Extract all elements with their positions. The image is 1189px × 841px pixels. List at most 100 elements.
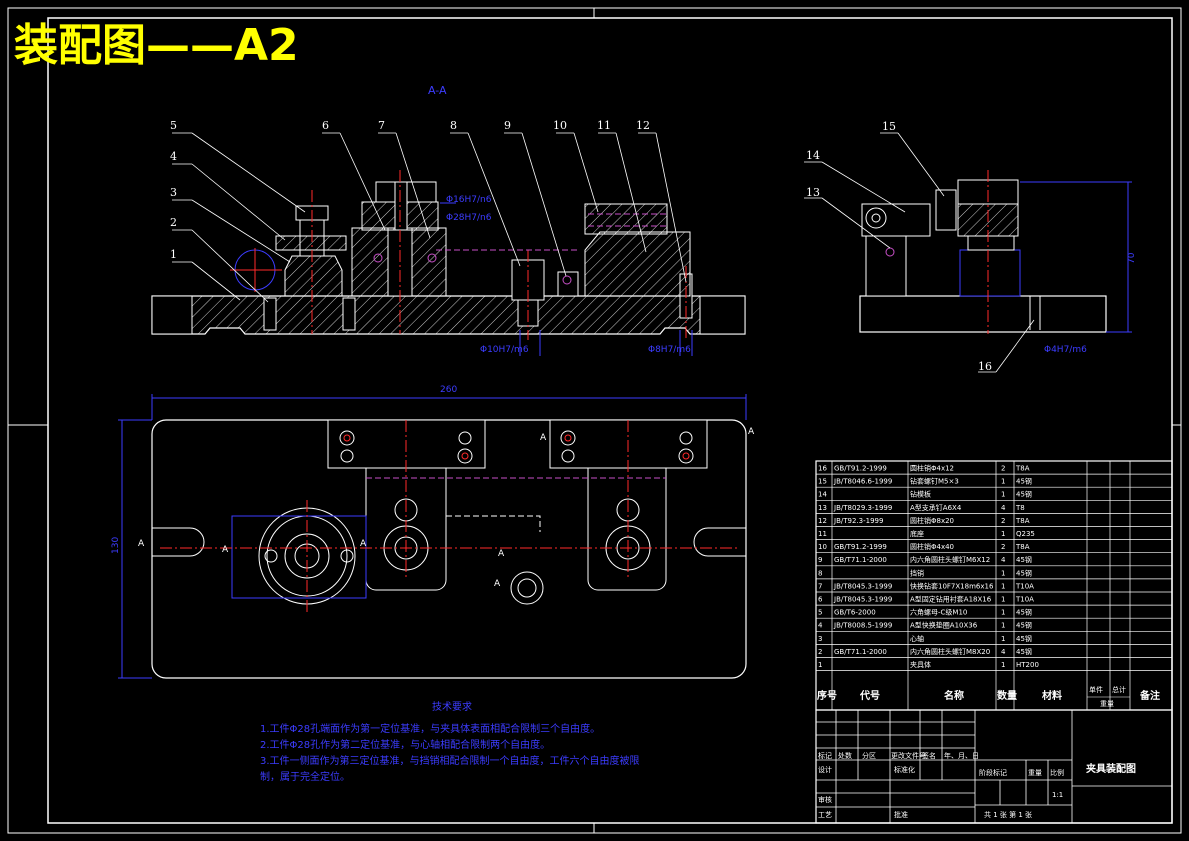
bom-qty-1: 1 <box>1001 661 1005 669</box>
bom-material-15: 45钢 <box>1016 477 1032 486</box>
bom-material-3: 45钢 <box>1016 634 1032 643</box>
bom-name-10: 圆柱销Φ4x40 <box>910 542 954 551</box>
bom-name-7: 快换钻套10F7X18m6x16 <box>910 581 994 590</box>
tb-label-stage: 阶段标记 <box>979 768 1007 777</box>
bom-qty-3: 1 <box>1001 635 1005 643</box>
bom-no-2: 2 <box>818 648 822 656</box>
tb-label-process: 工艺 <box>818 811 832 819</box>
bom-qty-13: 4 <box>1001 504 1006 512</box>
top-view <box>151 419 747 679</box>
view-marker-a-5: A <box>360 539 367 549</box>
part-label-1: 1 <box>170 248 177 261</box>
view-marker-a-4: A <box>222 545 229 555</box>
bom-code-9: GB/T71.1-2000 <box>834 556 887 564</box>
bom-qty-7: 1 <box>1001 582 1005 590</box>
bom-qty-8: 1 <box>1001 569 1005 577</box>
bom-name-14: 钻模板 <box>910 490 931 499</box>
bom-material-9: 45钢 <box>1016 555 1032 564</box>
bom-code-6: JB/T8045.3-1999 <box>833 596 892 604</box>
bom-code-7: JB/T8045.3-1999 <box>833 582 892 590</box>
bom-qty-16: 2 <box>1001 465 1005 473</box>
bom-material-13: T8 <box>1015 504 1025 512</box>
bom-header-note: 备注 <box>1139 689 1160 702</box>
dim-d28: Φ28H7/n6 <box>446 213 492 223</box>
part-label-3: 3 <box>170 186 177 199</box>
bom-header-qty: 数量 <box>997 689 1017 702</box>
bom-qty-10: 2 <box>1001 543 1005 551</box>
tb-label-mark: 标记 <box>818 751 832 760</box>
bom-name-3: 心轴 <box>910 634 924 643</box>
bom-qty-6: 1 <box>1001 596 1005 604</box>
view-marker-a-2: A <box>748 427 755 437</box>
bom-material-4: 45钢 <box>1016 621 1032 630</box>
view-marker-a-3: A <box>138 539 145 549</box>
tech-line-4: 制，属于完全定位。 <box>260 770 350 783</box>
bom-header-unit: 单件 <box>1089 685 1103 694</box>
view-marker-a-1: A <box>540 433 547 443</box>
assembly-drawing: 装配图——A2 A-A 1 2 3 4 5 6 7 8 9 10 11 12 Φ… <box>7 7 1182 834</box>
view-marker-a-7: A <box>494 579 501 589</box>
bom-name-8: 挡销 <box>910 568 924 577</box>
bom-no-4: 4 <box>818 622 823 630</box>
bom-code-2: GB/T71.1-2000 <box>834 648 887 656</box>
bom-material-14: 45钢 <box>1016 490 1032 499</box>
tb-label-design: 设计 <box>818 765 832 774</box>
bom-material-10: T8A <box>1015 543 1030 551</box>
bom-no-6: 6 <box>818 596 823 604</box>
tech-line-2: 2.工件Φ28孔作为第二定位基准，与心轴相配合限制两个自由度。 <box>260 738 550 751</box>
tb-sheet: 共 1 张 第 1 张 <box>984 810 1032 819</box>
bom-material-16: T8A <box>1015 465 1030 473</box>
bom-header-material: 材料 <box>1042 689 1062 702</box>
bom-code-15: JB/T8046.6-1999 <box>833 478 892 486</box>
bom-no-14: 14 <box>818 491 827 499</box>
bom-name-15: 钻套螺钉M5×3 <box>910 477 959 486</box>
bom-no-12: 12 <box>818 517 827 525</box>
bom-name-4: A型快换垫圈A10X36 <box>910 621 978 630</box>
bom-material-8: 45钢 <box>1016 568 1032 577</box>
drawing-name: 夹具装配图 <box>1086 762 1136 775</box>
bom-name-2: 内六角圆柱头螺钉M8X20 <box>910 647 990 656</box>
tb-label-standard: 标准化 <box>894 765 915 774</box>
bom-qty-5: 1 <box>1001 609 1005 617</box>
bom-name-13: A型支承钉A6X4 <box>910 503 962 512</box>
bom-qty-4: 1 <box>1001 622 1005 630</box>
bom-code-10: GB/T91.2-1999 <box>834 543 887 551</box>
dim-d10: Φ10H7/m6 <box>480 345 529 355</box>
tb-label-weight: 重量 <box>1028 769 1042 777</box>
bom-name-5: 六角螺母-C级M10 <box>910 608 967 617</box>
bom-header-name: 名称 <box>944 689 964 702</box>
bom-table: 16 GB/T91.2-1999 圆柱销Φ4x12 2 T8A15 JB/T8046.6-… <box>815 460 1173 711</box>
tb-label-sign: 签名 <box>922 751 936 760</box>
bom-header-no: 序号 <box>817 689 837 702</box>
part-label-6: 6 <box>322 119 329 132</box>
bom-no-13: 13 <box>818 504 827 512</box>
bom-no-7: 7 <box>818 582 822 590</box>
bom-no-11: 11 <box>818 530 827 538</box>
bom-material-11: Q235 <box>1016 530 1035 538</box>
bom-name-11: 底座 <box>910 529 924 538</box>
part-label-4: 4 <box>170 150 177 163</box>
dim-d8: Φ8H7/m6 <box>648 345 691 355</box>
dim-d16: Φ16H7/n6 <box>446 195 492 205</box>
tb-label-zone: 分区 <box>862 751 876 760</box>
tb-label-scale: 比例 <box>1050 768 1064 777</box>
part-label-11: 11 <box>597 119 611 132</box>
part-label-9: 9 <box>504 119 511 132</box>
tb-label-review: 审核 <box>818 795 832 804</box>
tech-line-1: 1.工件Φ28孔端面作为第一定位基准，与夹具体表面相配合限制三个自由度。 <box>260 722 600 735</box>
side-view <box>859 170 1132 334</box>
bom-qty-2: 4 <box>1001 648 1006 656</box>
tb-label-approve: 批准 <box>894 810 908 819</box>
part-label-16: 16 <box>978 360 992 373</box>
section-label: A-A <box>428 84 447 97</box>
bom-qty-12: 2 <box>1001 517 1005 525</box>
tech-heading: 技术要求 <box>432 700 472 713</box>
tb-scale: 1:1 <box>1052 791 1063 799</box>
bom-qty-9: 4 <box>1001 556 1006 564</box>
bom-no-10: 10 <box>818 543 827 551</box>
bom-material-5: 45钢 <box>1016 608 1032 617</box>
part-label-14: 14 <box>806 149 820 162</box>
part-label-13: 13 <box>806 186 820 199</box>
part-label-7: 7 <box>378 119 385 132</box>
tech-line-3: 3.工件一侧面作为第三定位基准，与挡销相配合限制一个自由度，工件六个自由度被限 <box>260 754 640 767</box>
